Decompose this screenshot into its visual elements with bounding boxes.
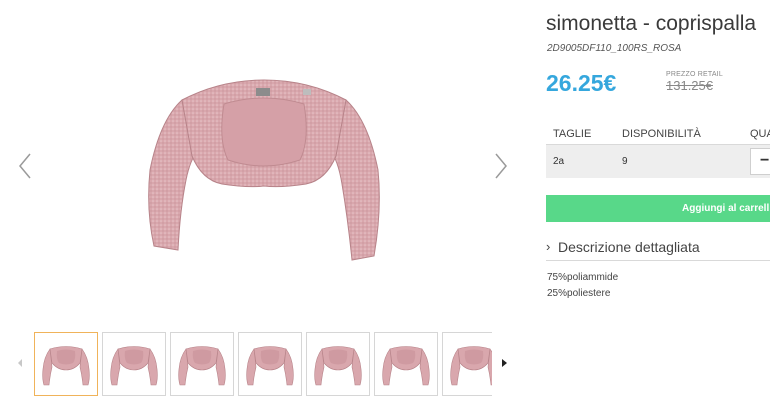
size-cell: 2a (553, 156, 565, 167)
retail-price: 131.25€ (666, 78, 713, 93)
chevron-left-icon (19, 153, 31, 179)
add-to-cart-button[interactable]: Aggiungi al carrell (546, 195, 770, 222)
thumbnail-2[interactable] (102, 332, 166, 396)
size-table: TAGLIE DISPONIBILITÀ QUA 2a 9 − (546, 120, 770, 180)
description-toggle[interactable]: › Descrizione dettagliata (546, 237, 770, 261)
thumbnail-1[interactable] (34, 332, 98, 396)
thumbnail-6[interactable] (374, 332, 438, 396)
product-thumbnail-image (110, 346, 158, 386)
product-thumbnail-image (314, 346, 362, 386)
table-header-row: TAGLIE DISPONIBILITÀ QUA (546, 120, 770, 145)
header-taglie: TAGLIE (553, 128, 592, 140)
quantity-decrement-button[interactable]: − (750, 148, 770, 175)
product-thumbnail-image (246, 346, 294, 386)
product-thumbnail-image (382, 346, 430, 386)
product-thumbnail-image (178, 346, 226, 386)
chevron-right-icon (495, 153, 507, 179)
availability-cell: 9 (622, 156, 628, 167)
triangle-left-icon (18, 359, 22, 367)
thumbnail-4[interactable] (238, 332, 302, 396)
product-price: 26.25€ (546, 70, 617, 96)
triangle-right-icon (502, 359, 507, 367)
description-title: Descrizione dettagliata (558, 239, 700, 255)
table-row: 2a 9 − (546, 145, 770, 178)
header-quantita: QUA (750, 128, 770, 140)
header-disponibilita: DISPONIBILITÀ (622, 128, 701, 140)
composition-line: 25%poliestere (547, 288, 611, 299)
gallery-prev-button[interactable] (16, 152, 36, 180)
product-thumbnail-image (450, 346, 492, 386)
retail-price-label: PREZZO RETAIL (666, 71, 723, 78)
add-to-cart-label: Aggiungi al carrell (682, 203, 770, 214)
thumbnail-7[interactable] (442, 332, 492, 396)
thumbnail-5[interactable] (306, 332, 370, 396)
thumbnails-prev-button[interactable] (14, 355, 26, 371)
composition-line: 75%poliammide (547, 272, 619, 283)
product-title: simonetta - coprispalla (546, 12, 757, 35)
product-main-image (140, 60, 388, 270)
thumbnail-strip (34, 332, 492, 398)
gallery-next-button[interactable] (490, 152, 510, 180)
thumbnails-next-button[interactable] (498, 355, 510, 371)
product-thumbnail-image (42, 346, 90, 386)
chevron-right-icon: › (546, 239, 551, 254)
thumbnail-3[interactable] (170, 332, 234, 396)
product-code: 2D9005DF110_100RS_ROSA (547, 43, 682, 54)
